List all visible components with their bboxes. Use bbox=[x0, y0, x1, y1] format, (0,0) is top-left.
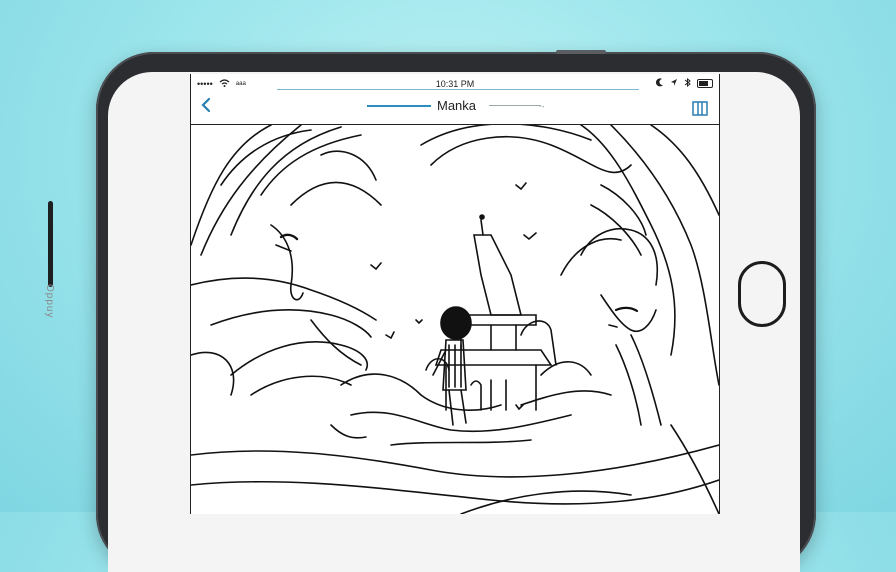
location-icon bbox=[670, 78, 678, 89]
chevron-left-icon bbox=[201, 97, 211, 113]
moon-icon bbox=[655, 78, 664, 89]
manga-page-illustration[interactable] bbox=[191, 125, 719, 514]
screen: ••••• ᵃᵃᵃ 10:31 PM Manka → bbox=[190, 74, 720, 514]
nav-bar: Manka → bbox=[191, 94, 719, 125]
side-speaker bbox=[48, 201, 53, 287]
side-label: Oppuy bbox=[44, 284, 55, 319]
library-button[interactable] bbox=[691, 99, 709, 117]
battery-icon bbox=[697, 79, 713, 88]
home-button[interactable] bbox=[738, 261, 786, 327]
power-button bbox=[556, 50, 606, 54]
title-underline-left bbox=[367, 105, 431, 107]
title-underline-right bbox=[489, 105, 541, 106]
bluetooth-icon bbox=[684, 77, 691, 89]
status-bar: ••••• ᵃᵃᵃ 10:31 PM bbox=[191, 74, 719, 94]
status-time: 10:31 PM bbox=[435, 79, 475, 89]
library-icon bbox=[692, 101, 708, 116]
back-button[interactable] bbox=[199, 96, 219, 120]
status-divider bbox=[277, 89, 639, 90]
page-title: Manka bbox=[437, 98, 477, 113]
arrow-right-icon: → bbox=[537, 100, 546, 110]
